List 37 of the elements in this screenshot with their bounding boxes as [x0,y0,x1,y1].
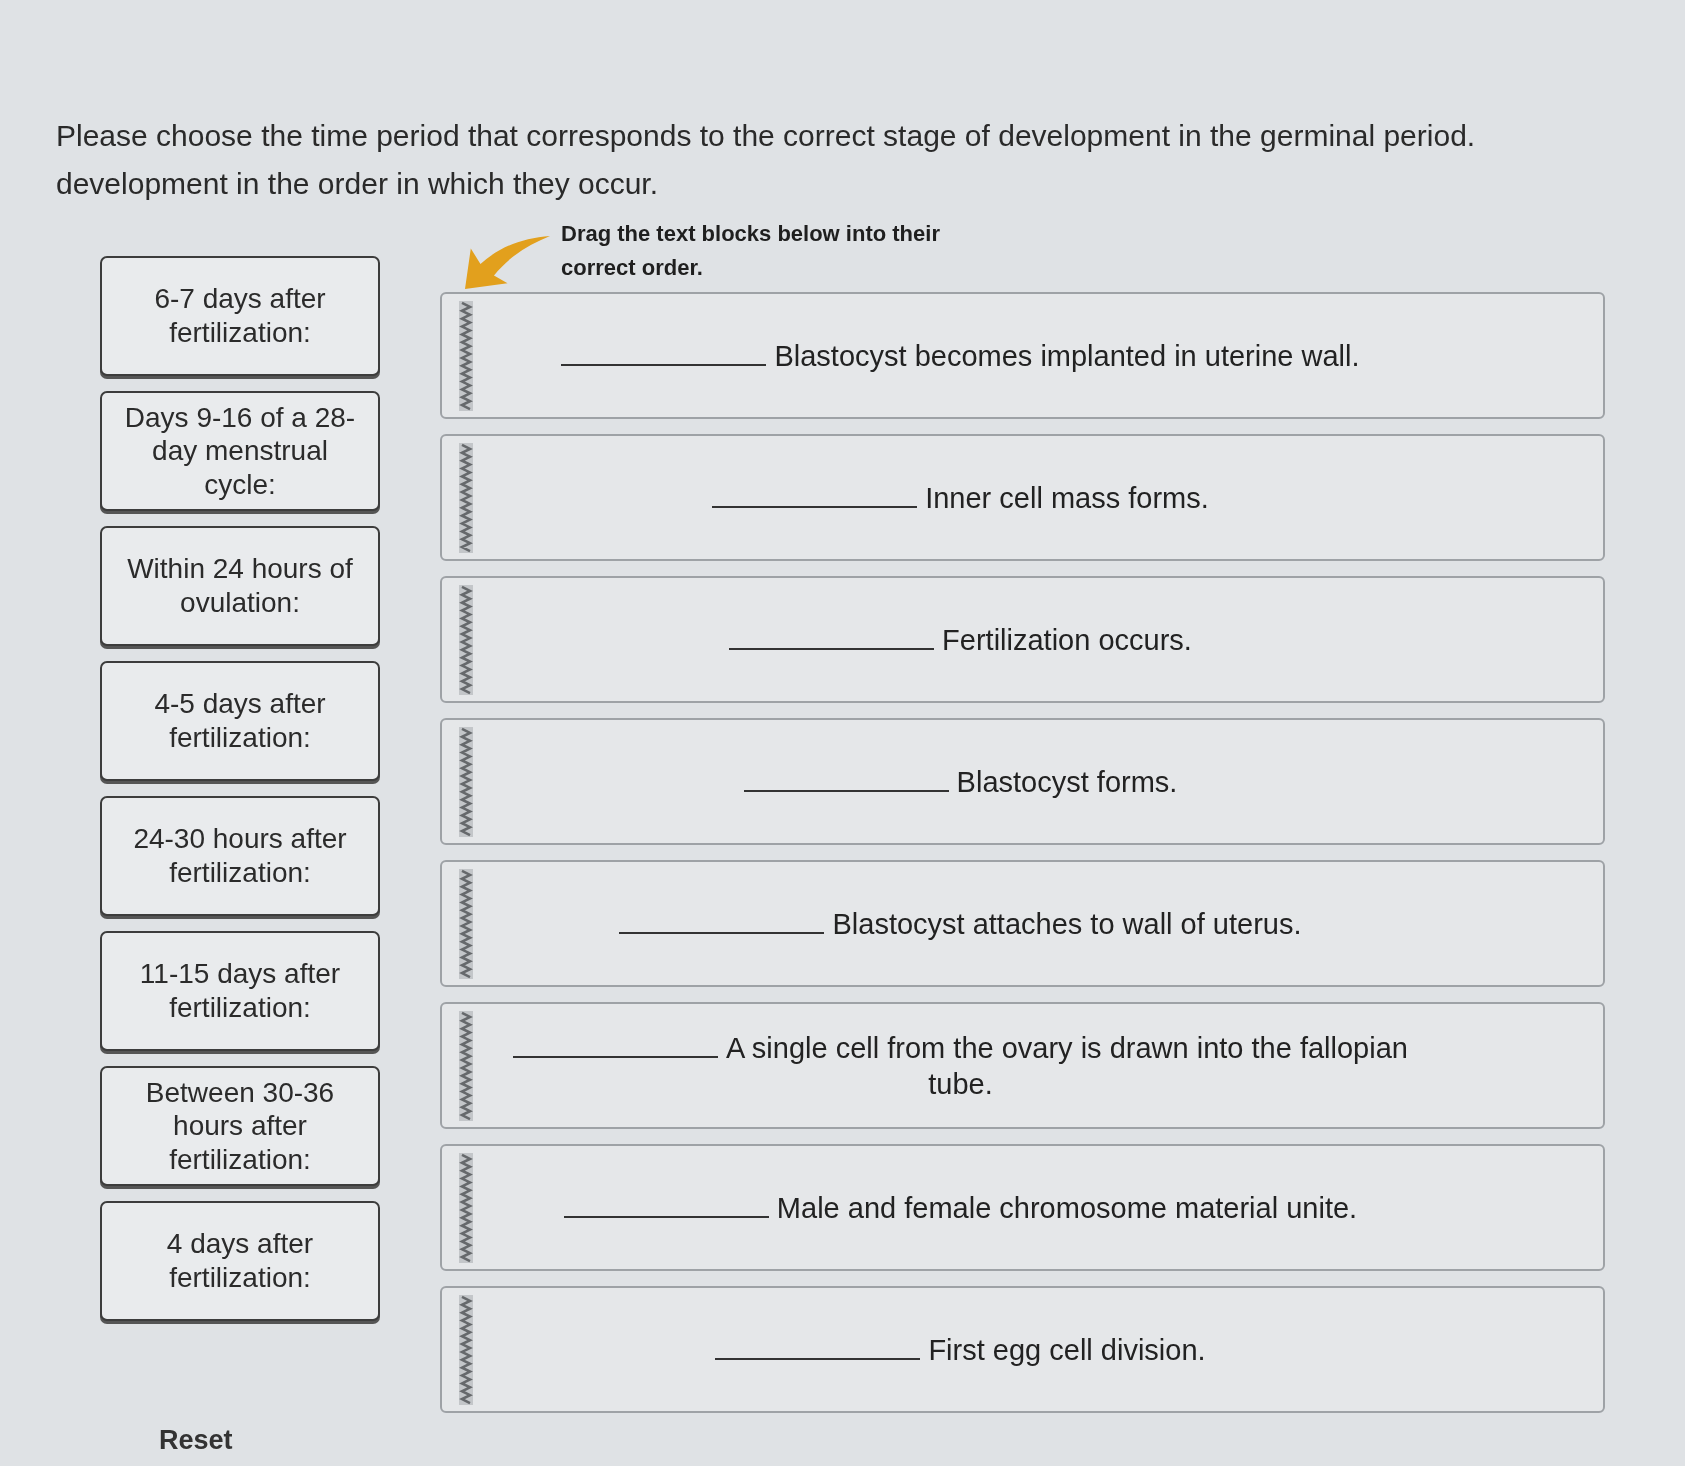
time-period-card: 4-5 days after fertilization: [100,661,380,781]
grip-icon[interactable] [459,442,473,553]
statement-text: Blastocyst forms. [956,765,1178,798]
statement-text: Fertilization occurs. [942,623,1192,656]
sortable-text-block[interactable]: Blastocyst forms. [440,718,1605,845]
grip-icon[interactable] [459,1010,473,1121]
statement-text: Blastocyst becomes implanted in uterine wall. [774,339,1360,372]
grip-icon[interactable] [459,1294,473,1405]
sortable-text-block[interactable]: A single cell from the ovary is drawn into the fallopian tube. [440,1002,1605,1129]
sortable-text-block[interactable]: First egg cell division. [440,1286,1605,1413]
grip-icon[interactable] [459,726,473,837]
question-text: Please choose the time period that corresponds to the correct stage of development in the germinal period. [56,118,1477,154]
time-period-card: Days 9-16 of a 28-day menstrual cycle: [100,391,380,511]
time-period-card: 6-7 days after fertilization: [100,256,380,376]
instruction-text: Drag the text blocks below into their correct order. [561,220,941,282]
grip-icon[interactable] [459,1152,473,1263]
time-period-card: Between 30-36 hours after fertilization: [100,1066,380,1186]
statement-text: Male and female chromosome material unite. [776,1191,1358,1224]
grip-icon[interactable] [459,868,473,979]
reset-button[interactable]: Reset [159,1424,233,1456]
arrow-icon [465,235,550,289]
statement-text: Blastocyst attaches to wall of uterus. [832,907,1302,940]
statement-text: First egg cell division. [928,1333,1206,1366]
statement-text: A single cell from the ovary is drawn into the fallopian tube. [726,1031,1408,1100]
question-text: development in the order in which they occur. [56,166,659,202]
sortable-text-block[interactable]: Male and female chromosome material unite. [440,1144,1605,1271]
time-period-card: Within 24 hours of ovulation: [100,526,380,646]
grip-icon[interactable] [459,584,473,695]
sortable-text-block[interactable]: Blastocyst becomes implanted in uterine wall. [440,292,1605,419]
sortable-text-block[interactable]: Blastocyst attaches to wall of uterus. [440,860,1605,987]
statement-text: Inner cell mass forms. [925,481,1209,514]
time-period-card: 24-30 hours after fertilization: [100,796,380,916]
sortable-text-block[interactable]: Fertilization occurs. [440,576,1605,703]
time-period-card: 11-15 days after fertilization: [100,931,380,1051]
grip-icon[interactable] [459,300,473,411]
time-period-card: 4 days after fertilization: [100,1201,380,1321]
sortable-text-block[interactable]: Inner cell mass forms. [440,434,1605,561]
